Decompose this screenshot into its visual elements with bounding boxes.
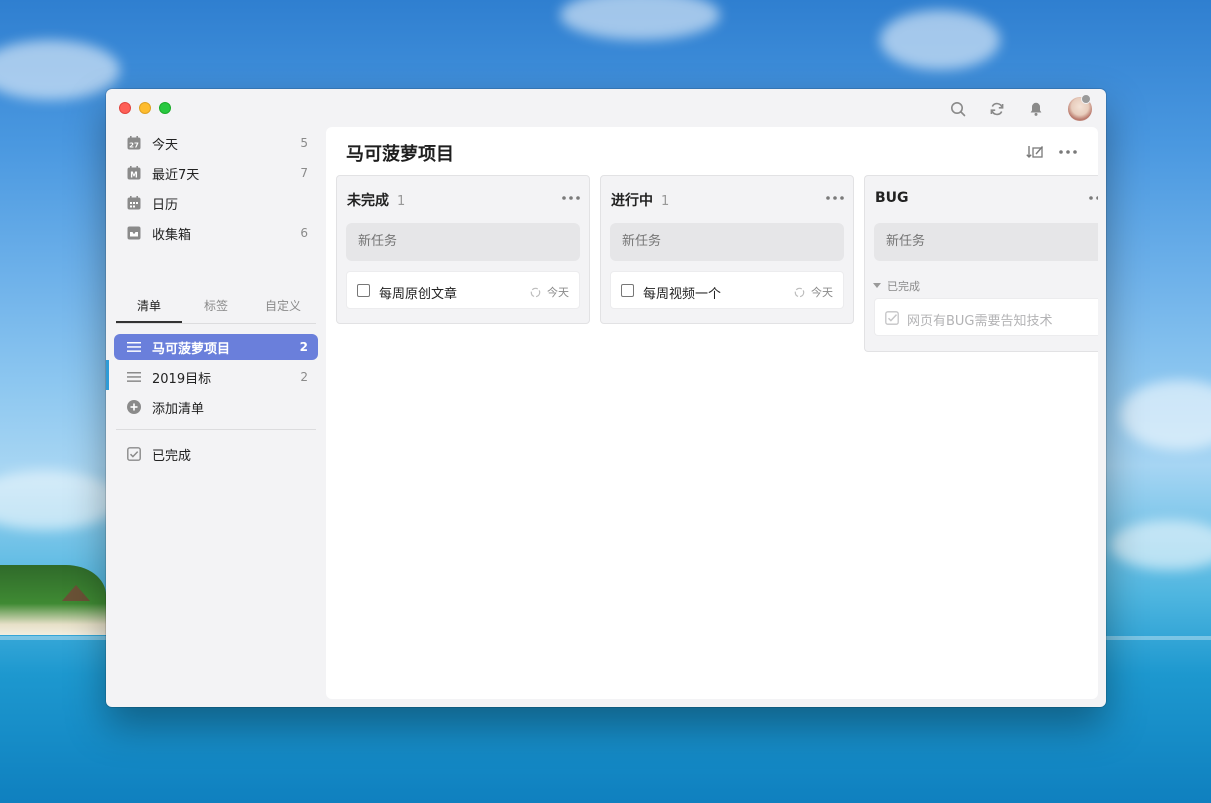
column-more-button[interactable]	[825, 188, 845, 208]
column-bug: BUG 已完成 网页有BUG需要告知技术	[864, 175, 1098, 352]
completed-task-card[interactable]: 网页有BUG需要告知技术	[874, 298, 1098, 336]
column-count: 1	[661, 194, 670, 209]
bell-icon	[1030, 102, 1042, 116]
svg-text:27: 27	[129, 142, 139, 150]
sidebar-tabs: 清单 标签 自定义	[116, 295, 316, 325]
tab-lists[interactable]: 清单	[116, 295, 182, 323]
new-task-input[interactable]	[874, 223, 1098, 261]
sidebar-item-count: 5	[300, 136, 308, 150]
sidebar-item-label: 日历	[152, 197, 179, 213]
task-due: 今天	[530, 284, 569, 300]
svg-text:M: M	[130, 171, 137, 180]
plus-circle-icon	[126, 399, 142, 415]
minimize-window-button[interactable]	[139, 102, 151, 114]
titlebar	[106, 89, 1106, 127]
task-card[interactable]: 每周原创文章 今天	[346, 271, 580, 309]
sidebar-item-count: 7	[300, 166, 308, 180]
sidebar-item-label: 2019目标	[152, 371, 212, 387]
board: 马可菠萝项目 未完成1 每周原创文章 今天 进行中1	[326, 127, 1098, 699]
sidebar-item-inbox[interactable]: 收集箱 6	[114, 220, 318, 246]
more-icon	[1089, 196, 1098, 200]
task-title: 每周视频一个	[643, 287, 722, 302]
column-count: 1	[397, 194, 406, 209]
tabs-divider	[116, 323, 316, 324]
task-title: 网页有BUG需要告知技术	[907, 314, 1053, 329]
sidebar-item-count: 6	[300, 226, 308, 240]
sync-button[interactable]	[986, 98, 1008, 120]
more-icon	[826, 196, 844, 200]
calendar-week-icon: M	[126, 165, 142, 181]
sync-icon	[990, 102, 1004, 116]
cloud	[560, 0, 720, 40]
task-title: 每周原创文章	[379, 287, 458, 302]
add-list-label: 添加清单	[152, 401, 205, 417]
sort-button[interactable]	[1024, 141, 1046, 163]
sidebar-item-count: 2	[299, 340, 308, 354]
sidebar-item-label: 收集箱	[152, 227, 192, 243]
cloud	[0, 470, 120, 530]
sidebar-item-today[interactable]: 27 今天 5	[114, 130, 318, 156]
checkbox-checked-icon[interactable]	[885, 310, 899, 329]
page-title: 马可菠萝项目	[346, 144, 454, 165]
column-more-button[interactable]	[561, 188, 581, 208]
new-task-input[interactable]	[610, 223, 844, 261]
sidebar-item-calendar[interactable]: 日历	[114, 190, 318, 216]
sidebar-item-next-7-days[interactable]: M 最近7天 7	[114, 160, 318, 186]
tab-custom[interactable]: 自定义	[250, 295, 316, 323]
column-title: 进行中 1	[611, 193, 670, 209]
task-checkbox[interactable]	[357, 284, 370, 297]
task-card[interactable]: 每周视频一个 今天	[610, 271, 844, 309]
new-task-input[interactable]	[346, 223, 580, 261]
list-icon	[126, 339, 142, 355]
more-icon	[562, 196, 580, 200]
list-marker	[106, 360, 109, 390]
calendar-today-icon: 27	[126, 135, 142, 151]
sidebar-item-completed[interactable]: 已完成	[114, 441, 318, 467]
column-more-button[interactable]	[1088, 188, 1098, 208]
close-window-button[interactable]	[119, 102, 131, 114]
checkbox-checked-icon	[126, 446, 142, 462]
caret-down-icon	[873, 283, 881, 288]
inbox-icon	[126, 225, 142, 241]
repeat-icon	[794, 287, 805, 297]
calendar-grid-icon	[126, 195, 142, 211]
column-in-progress: 进行中1 每周视频一个 今天	[600, 175, 854, 324]
more-button[interactable]	[1057, 141, 1079, 163]
cloud	[0, 40, 120, 100]
sidebar-item-project-list[interactable]: 马可菠萝项目 2	[114, 334, 318, 360]
sidebar: 27 今天 5 M 最近7天 7 日历 收集箱 6 清单 标签 自定义 马可菠萝…	[106, 127, 326, 707]
sidebar-item-label: 马可菠萝项目	[152, 341, 231, 357]
sidebar-item-count: 2	[300, 370, 308, 384]
avatar-badge-icon	[1081, 94, 1091, 104]
completed-section-toggle[interactable]: 已完成	[873, 278, 920, 294]
search-button[interactable]	[947, 98, 969, 120]
notifications-button[interactable]	[1025, 98, 1047, 120]
sort-edit-icon	[1026, 146, 1044, 158]
list-icon	[126, 369, 142, 385]
sidebar-item-2019-goals[interactable]: 2019目标 2	[114, 364, 318, 390]
zoom-window-button[interactable]	[159, 102, 171, 114]
search-icon	[951, 102, 966, 117]
sidebar-item-label: 今天	[152, 137, 179, 153]
cloud	[1120, 380, 1211, 450]
task-checkbox[interactable]	[621, 284, 634, 297]
task-due: 今天	[794, 284, 833, 300]
island	[0, 565, 106, 635]
sidebar-divider	[116, 429, 316, 430]
more-icon	[1059, 150, 1077, 154]
column-title: BUG	[875, 190, 909, 206]
column-title: 未完成 1	[347, 193, 406, 209]
cloud	[1110, 520, 1211, 570]
repeat-icon	[530, 287, 541, 297]
cloud	[880, 10, 1000, 70]
sidebar-item-label: 最近7天	[152, 167, 200, 183]
column-todo: 未完成1 每周原创文章 今天	[336, 175, 590, 324]
app-window: 27 今天 5 M 最近7天 7 日历 收集箱 6 清单 标签 自定义 马可菠萝…	[106, 89, 1106, 707]
sidebar-item-label: 已完成	[152, 448, 192, 464]
tab-tags[interactable]: 标签	[183, 295, 249, 323]
add-list-button[interactable]: 添加清单	[114, 394, 318, 420]
